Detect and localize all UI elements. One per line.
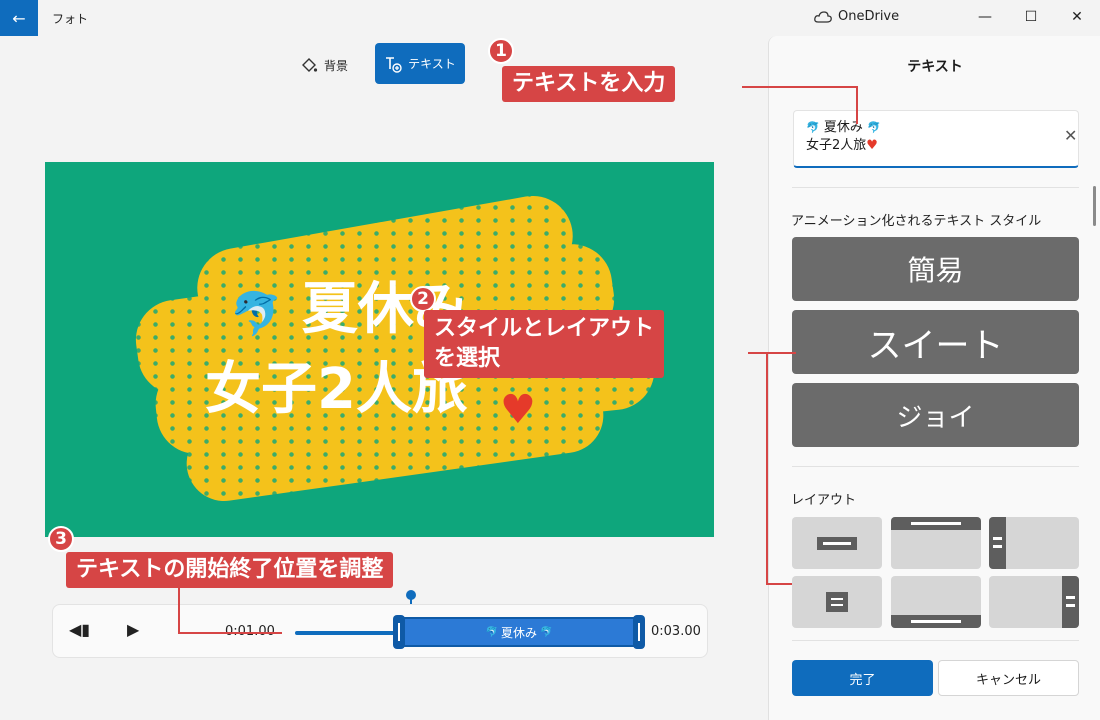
text-input[interactable]: 🐬 夏休み 🐬 女子2人旅♥ ✕ bbox=[793, 110, 1079, 168]
panel-scrollbar[interactable] bbox=[1093, 186, 1096, 226]
callout-leader bbox=[748, 352, 796, 354]
onedrive-button[interactable]: OneDrive bbox=[814, 9, 899, 24]
divider bbox=[792, 466, 1079, 467]
minimize-button[interactable]: — bbox=[962, 0, 1008, 34]
end-time: 0:03.00 bbox=[651, 624, 701, 639]
dolphin-icon: 🐬 bbox=[540, 626, 553, 638]
title-bar: ← フォト OneDrive — ☐ ✕ bbox=[0, 0, 1100, 36]
callout-leader bbox=[766, 583, 792, 585]
divider bbox=[792, 187, 1079, 188]
style-joy-button[interactable]: ジョイ bbox=[792, 383, 1079, 447]
play-button[interactable]: ▶ bbox=[127, 620, 139, 639]
style-simple-button[interactable]: 簡易 bbox=[792, 237, 1079, 301]
layout-label: レイアウト bbox=[791, 493, 857, 508]
layout-bottom-bar[interactable] bbox=[891, 576, 981, 628]
layout-top-bar[interactable] bbox=[891, 517, 981, 569]
text-panel: テキスト 🐬 夏休み 🐬 女子2人旅♥ ✕ アニメーション化されるテキスト スタ… bbox=[768, 36, 1100, 720]
step2-number: 2 bbox=[410, 286, 436, 312]
back-arrow-icon: ← bbox=[12, 8, 26, 28]
styles-label: アニメーション化されるテキスト スタイル bbox=[791, 214, 1042, 229]
back-button[interactable]: ← bbox=[0, 0, 38, 36]
onedrive-label: OneDrive bbox=[838, 9, 900, 24]
callout-leader bbox=[856, 86, 858, 124]
divider bbox=[792, 640, 1079, 641]
background-tool-label: 背景 bbox=[324, 58, 349, 73]
dolphin-icon: 🐬 bbox=[806, 121, 820, 134]
timeline-bar: ◀▮ ▶ 0:01.00 🐬 夏休み 🐬 0:03.00 bbox=[52, 604, 708, 658]
timeline-track[interactable] bbox=[295, 631, 401, 635]
layout-right-bar[interactable] bbox=[989, 576, 1079, 628]
paint-bucket-icon bbox=[302, 58, 318, 72]
callout-leader bbox=[766, 352, 768, 584]
text-tool-button[interactable]: テキスト bbox=[375, 43, 465, 84]
callout-leader bbox=[178, 588, 180, 634]
clear-icon[interactable]: ✕ bbox=[1064, 127, 1077, 145]
step3-callout: テキストの開始終了位置を調整 bbox=[66, 552, 394, 588]
input-line1: 🐬 夏休み 🐬 bbox=[806, 120, 881, 135]
dolphin-icon: 🐬 bbox=[230, 289, 283, 338]
range-start-handle[interactable] bbox=[393, 615, 405, 649]
heart-icon: ♥ bbox=[500, 387, 536, 433]
callout-leader bbox=[742, 86, 858, 88]
heart-icon: ♥ bbox=[866, 138, 878, 153]
style-sweet-button[interactable]: スイート bbox=[792, 310, 1079, 374]
step1-callout: テキストを入力 bbox=[502, 66, 676, 102]
step3-number: 3 bbox=[48, 526, 74, 552]
clip-label: 夏休み bbox=[500, 625, 537, 640]
layout-center-bar[interactable] bbox=[792, 517, 882, 569]
done-button[interactable]: 完了 bbox=[792, 660, 933, 696]
maximize-button[interactable]: ☐ bbox=[1008, 0, 1054, 34]
cloud-icon bbox=[814, 10, 832, 23]
step1-number: 1 bbox=[488, 38, 514, 64]
input-line2: 女子2人旅♥ bbox=[806, 138, 878, 153]
add-text-icon bbox=[386, 56, 402, 73]
panel-title: テキスト bbox=[907, 59, 963, 75]
layout-center-box[interactable] bbox=[792, 576, 882, 628]
text-tool-label: テキスト bbox=[408, 57, 456, 71]
cancel-button[interactable]: キャンセル bbox=[938, 660, 1079, 696]
callout-leader bbox=[178, 632, 282, 634]
text-range-clip[interactable]: 🐬 夏休み 🐬 bbox=[393, 615, 645, 649]
range-end-handle[interactable] bbox=[633, 615, 645, 649]
step2-callout: スタイルとレイアウト を選択 bbox=[424, 310, 665, 378]
layout-left-bar[interactable] bbox=[989, 517, 1079, 569]
dolphin-icon: 🐬 bbox=[867, 121, 881, 134]
dolphin-icon: 🐬 bbox=[485, 626, 498, 638]
previous-frame-button[interactable]: ◀▮ bbox=[69, 620, 90, 639]
close-button[interactable]: ✕ bbox=[1054, 0, 1100, 34]
background-tool-button[interactable]: 背景 bbox=[300, 52, 348, 78]
app-title: フォト bbox=[52, 12, 89, 26]
